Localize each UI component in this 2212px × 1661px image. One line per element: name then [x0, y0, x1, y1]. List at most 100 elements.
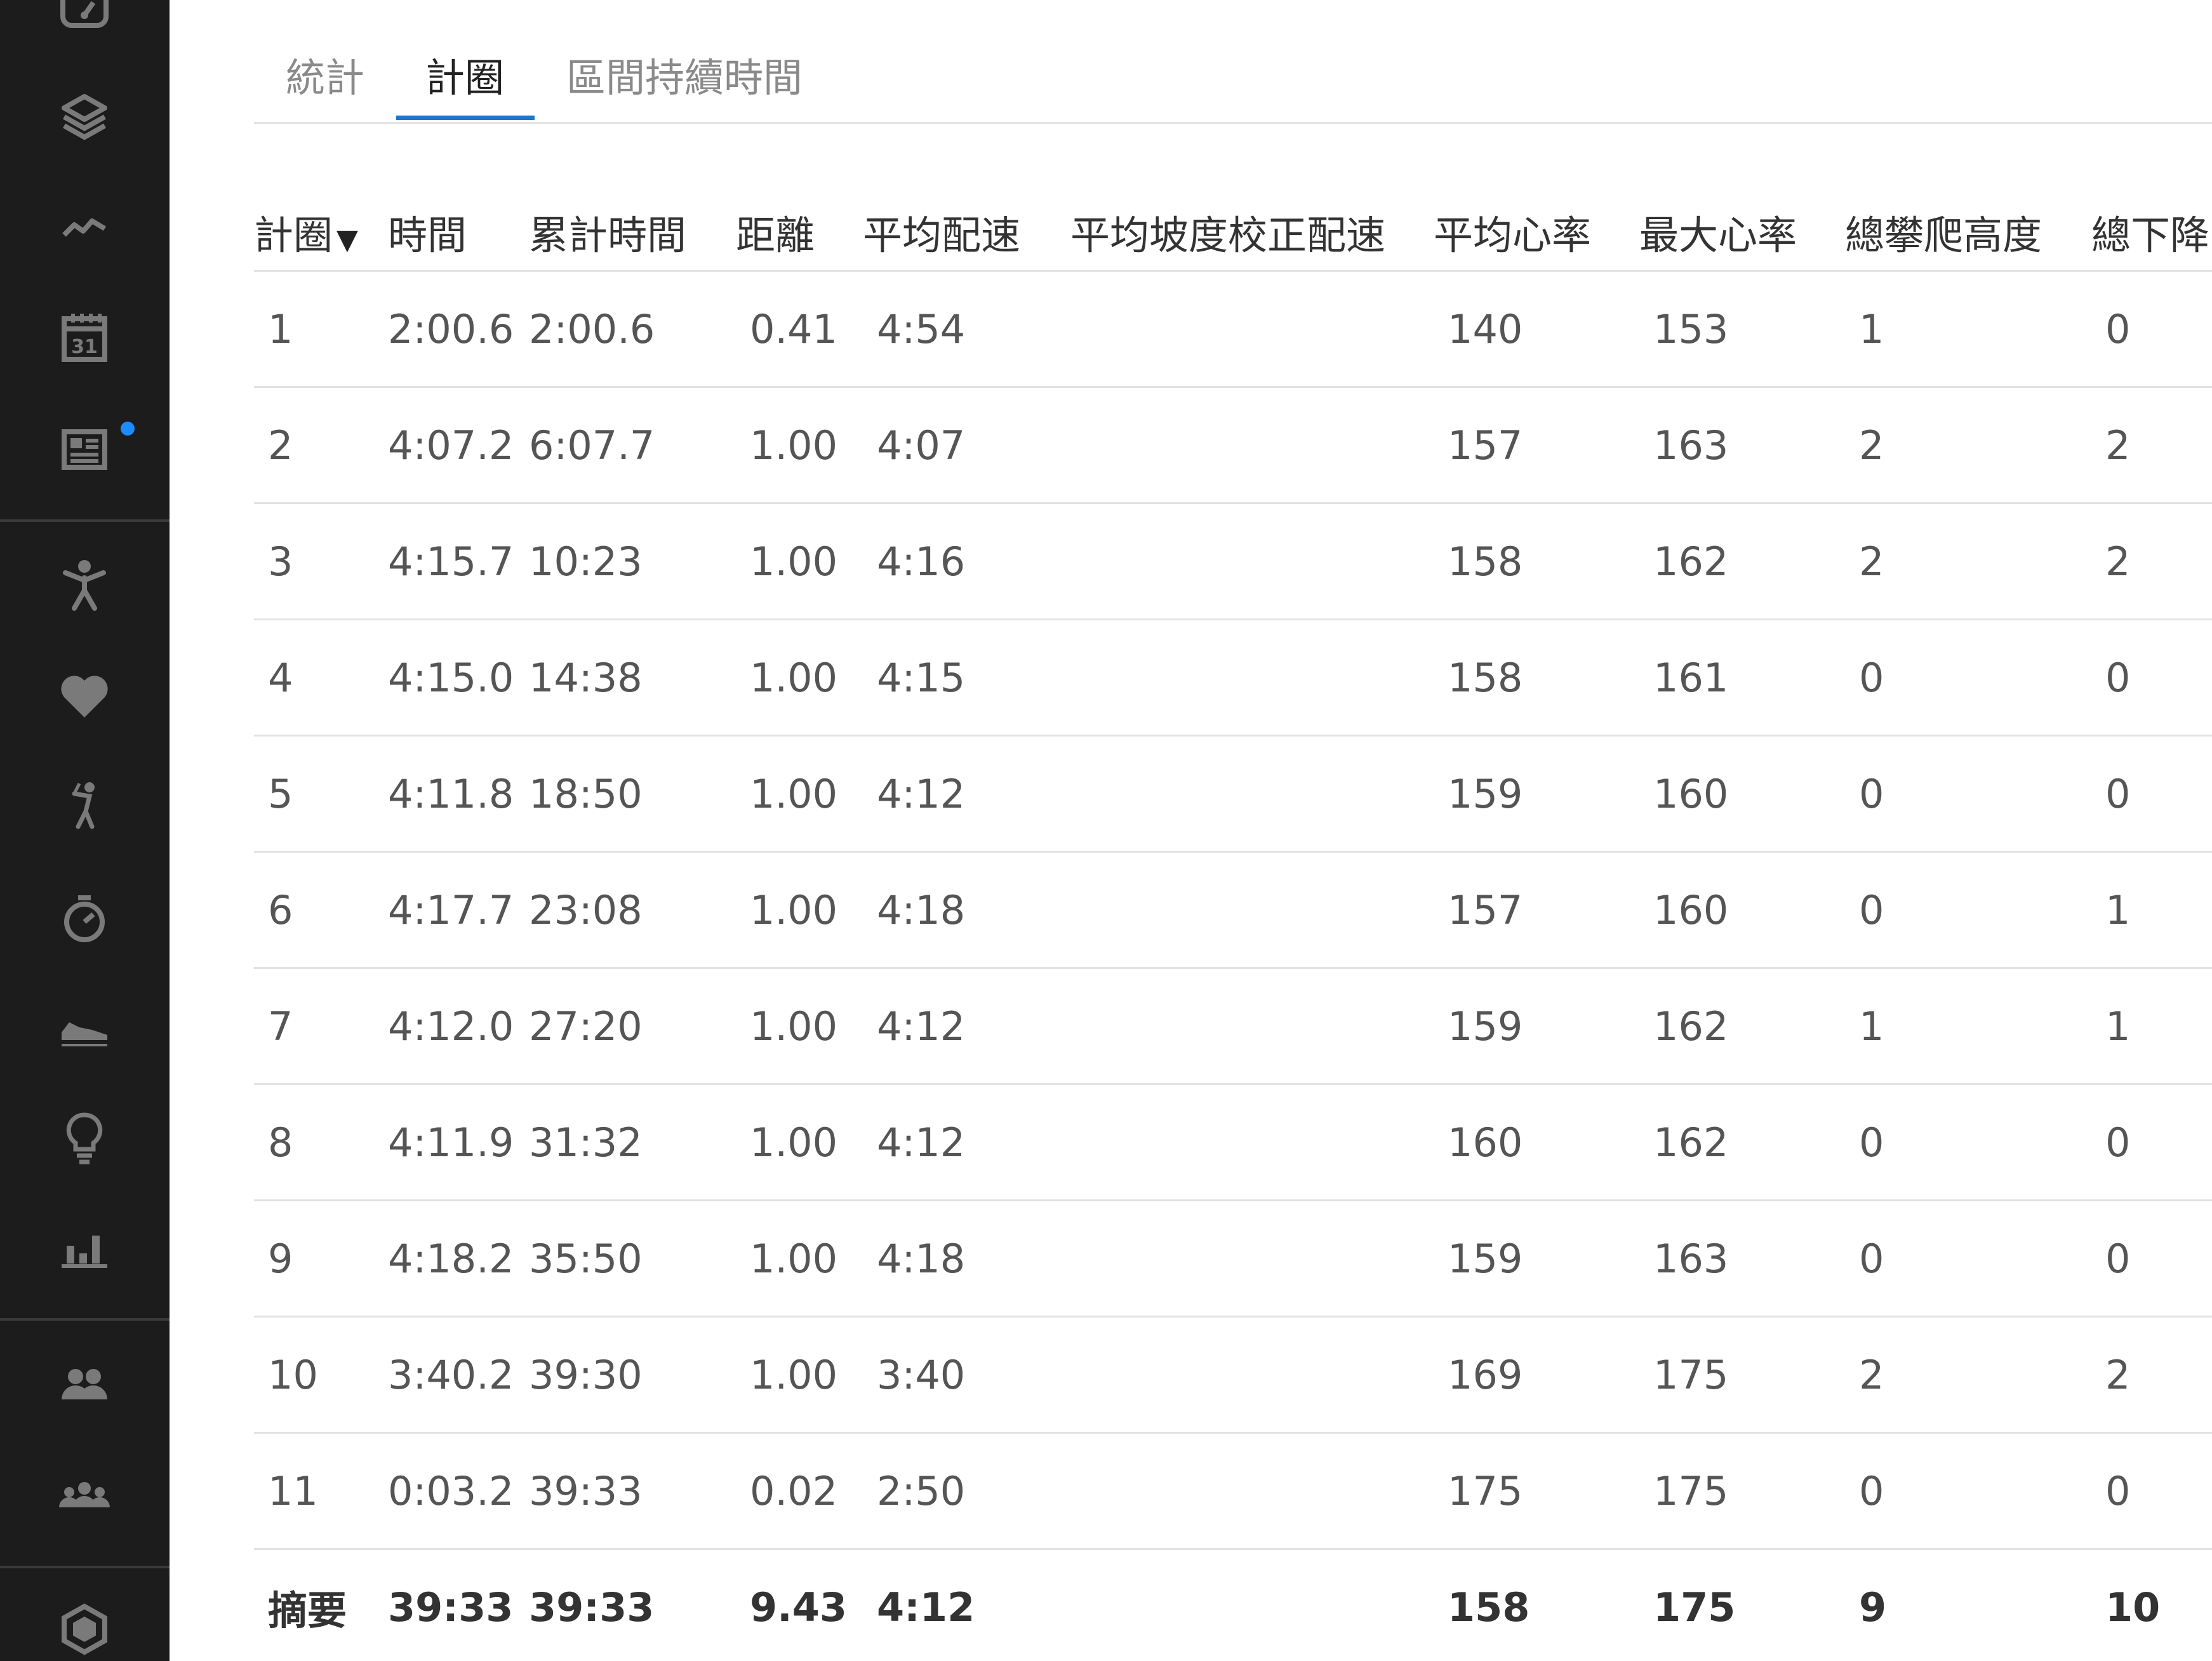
- cell-lap: 8: [254, 1084, 388, 1201]
- cell-avg-hr: 158: [1434, 503, 1639, 620]
- summary-total-ascent: 9: [1845, 1549, 2091, 1661]
- table-row[interactable]: 3 4:15.7 10:23 1.00 4:16 158 162 2 2: [254, 503, 2212, 620]
- table-row[interactable]: 11 0:03.2 39:33 0.02 2:50 175 175 0 0: [254, 1432, 2212, 1550]
- cell-total-ascent: 2: [1845, 503, 2091, 620]
- lightbulb-icon[interactable]: [54, 1107, 115, 1168]
- cell-lap: 11: [254, 1432, 388, 1550]
- table-row[interactable]: 7 4:12.0 27:20 1.00 4:12 159 162 1 1: [254, 968, 2212, 1085]
- sort-desc-icon[interactable]: ▼: [336, 223, 358, 256]
- table-row[interactable]: 2 4:07.2 6:07.7 1.00 4:07 157 163 2 2: [254, 387, 2212, 504]
- cell-total-descent: 1: [2091, 968, 2212, 1085]
- cell-cumulative-time: 10:23: [529, 503, 736, 620]
- cell-total-ascent: 2: [1845, 1316, 2091, 1434]
- cell-total-ascent: 1: [1845, 968, 2091, 1085]
- tab-laps[interactable]: 計圈: [425, 46, 504, 103]
- shoe-icon[interactable]: [54, 997, 115, 1058]
- cell-avg-gap: [1070, 735, 1434, 853]
- tab-bar: 統計 計圈 區間持續時間: [254, 32, 2212, 124]
- table-row[interactable]: 6 4:17.7 23:08 1.00 4:18 157 160 0 1: [254, 851, 2212, 969]
- cell-lap: 1: [254, 270, 388, 388]
- cell-avg-hr: 169: [1434, 1316, 1639, 1434]
- layers-icon[interactable]: [54, 86, 115, 147]
- cell-cumulative-time: 27:20: [529, 968, 736, 1085]
- cell-avg-pace: 2:50: [863, 1432, 1070, 1550]
- cell-time: 2:00.6: [388, 270, 529, 388]
- cell-avg-pace: 4:18: [863, 1200, 1070, 1317]
- column-header-cumulative-time[interactable]: 累計時間: [529, 194, 736, 272]
- summary-avg-pace: 4:12: [863, 1549, 1070, 1661]
- cell-cumulative-time: 6:07.7: [529, 387, 736, 504]
- cell-avg-gap: [1070, 1084, 1434, 1201]
- cell-max-hr: 161: [1639, 619, 1845, 737]
- stretch-person-icon[interactable]: [54, 555, 115, 616]
- cell-lap: 4: [254, 619, 388, 737]
- cell-max-hr: 153: [1639, 270, 1845, 388]
- active-tab-indicator: [396, 116, 535, 120]
- cell-time: 4:17.7: [388, 851, 529, 969]
- cell-cumulative-time: 31:32: [529, 1084, 736, 1201]
- cell-avg-pace: 4:07: [863, 387, 1070, 504]
- bar-chart-icon[interactable]: [54, 1218, 115, 1279]
- cell-distance: 1.00: [736, 1084, 863, 1201]
- calendar-icon[interactable]: 31: [54, 307, 115, 368]
- stopwatch-icon[interactable]: [54, 888, 115, 949]
- cell-total-descent: 1: [2091, 851, 2212, 969]
- column-header-max-hr[interactable]: 最大心率: [1639, 194, 1845, 272]
- cell-total-ascent: 0: [1845, 851, 2091, 969]
- cell-total-descent: 2: [2091, 503, 2212, 620]
- sidebar-divider: [0, 1566, 170, 1568]
- column-header-avg-pace[interactable]: 平均配速: [863, 194, 1070, 272]
- summary-cumulative-time: 39:33: [529, 1549, 736, 1661]
- table-row[interactable]: 5 4:11.8 18:50 1.00 4:12 159 160 0 0: [254, 735, 2212, 853]
- cell-avg-pace: 4:15: [863, 619, 1070, 737]
- column-header-total-descent[interactable]: 總下降: [2091, 194, 2212, 272]
- tab-zone-duration[interactable]: 區間持續時間: [566, 46, 803, 103]
- cell-avg-pace: 4:12: [863, 735, 1070, 853]
- cell-total-ascent: 2: [1845, 387, 2091, 504]
- cell-avg-hr: 158: [1434, 619, 1639, 737]
- tab-stats[interactable]: 統計: [286, 46, 364, 103]
- table-row[interactable]: 4 4:15.0 14:38 1.00 4:15 158 161 0 0: [254, 619, 2212, 737]
- summary-label: 摘要: [254, 1549, 388, 1661]
- column-header-total-ascent[interactable]: 總攀爬高度: [1845, 194, 2091, 272]
- table-header-row: 計圈 ▼ 時間 累計時間 距離 平均配速 平均坡度校正配速 平均心率 最大心率 總…: [254, 194, 2212, 272]
- cell-avg-hr: 160: [1434, 1084, 1639, 1201]
- cell-total-descent: 0: [2091, 1084, 2212, 1201]
- column-header-avg-hr[interactable]: 平均心率: [1434, 194, 1639, 272]
- cell-max-hr: 160: [1639, 735, 1845, 853]
- cell-total-descent: 0: [2091, 270, 2212, 388]
- groups-icon[interactable]: [54, 1464, 115, 1525]
- dashboard-icon[interactable]: [54, 0, 115, 43]
- column-header-lap[interactable]: 計圈 ▼: [254, 194, 388, 272]
- cell-avg-pace: 4:12: [863, 968, 1070, 1085]
- column-header-avg-gap[interactable]: 平均坡度校正配速: [1070, 194, 1434, 272]
- column-header-distance[interactable]: 距離: [736, 194, 863, 272]
- sidebar: 31: [0, 0, 170, 1661]
- cell-max-hr: 175: [1639, 1316, 1845, 1434]
- cell-max-hr: 175: [1639, 1432, 1845, 1550]
- table-row[interactable]: 8 4:11.9 31:32 1.00 4:12 160 162 0 0: [254, 1084, 2212, 1201]
- cell-time: 0:03.2: [388, 1432, 529, 1550]
- cell-distance: 1.00: [736, 619, 863, 737]
- cell-avg-hr: 157: [1434, 851, 1639, 969]
- cell-max-hr: 162: [1639, 968, 1845, 1085]
- table-row[interactable]: 9 4:18.2 35:50 1.00 4:18 159 163 0 0: [254, 1200, 2212, 1317]
- news-icon[interactable]: [54, 419, 115, 480]
- cell-time: 4:15.0: [388, 619, 529, 737]
- cell-max-hr: 162: [1639, 1084, 1845, 1201]
- summary-total-descent: 10: [2091, 1549, 2212, 1661]
- cell-lap: 3: [254, 503, 388, 620]
- table-row[interactable]: 1 2:00.6 2:00.6 0.41 4:54 140 153 1 0: [254, 270, 2212, 388]
- column-header-time[interactable]: 時間: [388, 194, 529, 272]
- hexagon-icon[interactable]: [54, 1599, 115, 1660]
- golf-icon[interactable]: [54, 776, 115, 837]
- cell-cumulative-time: 35:50: [529, 1200, 736, 1317]
- heart-icon[interactable]: [54, 664, 115, 725]
- cell-cumulative-time: 18:50: [529, 735, 736, 853]
- activity-line-icon[interactable]: [54, 197, 115, 258]
- friends-icon[interactable]: [54, 1354, 115, 1415]
- summary-distance: 9.43: [736, 1549, 863, 1661]
- cell-avg-hr: 159: [1434, 1200, 1639, 1317]
- table-row[interactable]: 10 3:40.2 39:30 1.00 3:40 169 175 2 2: [254, 1316, 2212, 1434]
- cell-max-hr: 163: [1639, 1200, 1845, 1317]
